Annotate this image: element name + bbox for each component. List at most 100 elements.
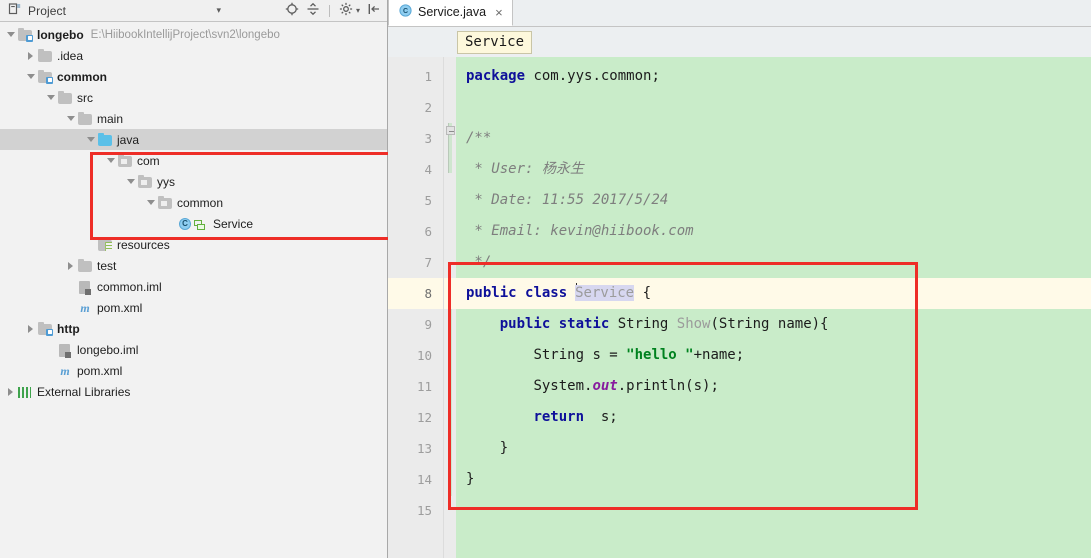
code-line-13: } [456, 433, 1091, 464]
tree-node-label: .idea [57, 48, 84, 63]
fold-line-5[interactable] [444, 185, 456, 216]
token-keyword-public: public [466, 285, 517, 301]
line-number-4[interactable]: 4 [388, 154, 443, 185]
tree-node-longebo[interactable]: longebo E:\HiibookIntellijProject\svn2\lo… [0, 24, 387, 45]
token-string-hello: "hello " [626, 347, 694, 363]
line-number-9[interactable]: 9 [388, 309, 443, 340]
tree-node-pom-xml[interactable]: m pom.xml [0, 297, 387, 318]
tree-node-main[interactable]: main [0, 108, 387, 129]
tree-twisty[interactable] [144, 192, 157, 213]
tree-twisty[interactable] [44, 360, 57, 381]
tree-node-yys[interactable]: yys [0, 171, 387, 192]
tree-node-pom-xml[interactable]: m pom.xml [0, 360, 387, 381]
close-icon[interactable]: × [492, 6, 503, 19]
tree-node-label: External Libraries [37, 384, 131, 399]
code-line-12: return s; [456, 402, 1091, 433]
tree-node-external-libraries[interactable]: External Libraries [0, 381, 387, 402]
folder-icon [37, 48, 53, 64]
fold-line-7[interactable] [444, 247, 456, 278]
tree-twisty[interactable] [64, 297, 77, 318]
tree-twisty[interactable] [124, 171, 137, 192]
tree-twisty[interactable] [164, 213, 177, 234]
editor-area: C Service.java × Service 1 2 3 4 5 6 7 8 9 10 11 12… [388, 0, 1091, 558]
fold-line-15[interactable] [444, 495, 456, 526]
token-decl-string: String s = [533, 347, 627, 363]
java-class-icon: C [399, 4, 412, 20]
fold-line-1[interactable] [444, 61, 456, 92]
tree-node-src[interactable]: src [0, 87, 387, 108]
tree-twisty[interactable] [84, 234, 97, 255]
tree-node-label: com [137, 153, 160, 168]
line-number-11[interactable]: 11 [388, 371, 443, 402]
tree-node-service[interactable]: C Service [0, 213, 387, 234]
fold-line-12[interactable] [444, 402, 456, 433]
tree-twisty[interactable] [44, 339, 57, 360]
tree-twisty[interactable] [64, 276, 77, 297]
collapse-all-icon[interactable] [306, 2, 320, 19]
tree-node-common-iml[interactable]: common.iml [0, 276, 387, 297]
fold-line-11[interactable] [444, 371, 456, 402]
project-tree[interactable]: longebo E:\HiibookIntellijProject\svn2\lo… [0, 22, 387, 558]
line-number-7[interactable]: 7 [388, 247, 443, 278]
tree-node-common[interactable]: common [0, 66, 387, 87]
fold-line-9[interactable] [444, 309, 456, 340]
line-number-6[interactable]: 6 [388, 216, 443, 247]
token-method-name: Show [676, 316, 711, 332]
tree-node-resources[interactable]: resources [0, 234, 387, 255]
tree-node-com[interactable]: com [0, 150, 387, 171]
line-number-12[interactable]: 12 [388, 402, 443, 433]
iml-file-icon [77, 279, 93, 295]
locate-in-tree-icon[interactable] [285, 2, 299, 19]
fold-line-2[interactable] [444, 92, 456, 123]
line-number-gutter[interactable]: 1 2 3 4 5 6 7 8 9 10 11 12 13 14 15 [388, 57, 444, 558]
token-keyword-package: package [466, 68, 526, 84]
breadcrumb-class[interactable]: Service [457, 30, 533, 54]
fold-line-13[interactable] [444, 433, 456, 464]
code-line-3: /** [456, 123, 1091, 154]
gear-dropdown-arrow-icon[interactable]: ▾ [356, 6, 360, 15]
tree-node-longebo-iml[interactable]: longebo.iml [0, 339, 387, 360]
code-line-10: String s = "hello "+name; [456, 340, 1091, 371]
line-number-10[interactable]: 10 [388, 340, 443, 371]
tree-node--idea[interactable]: .idea [0, 45, 387, 66]
tree-node-java[interactable]: java [0, 129, 387, 150]
tree-node-common[interactable]: common [0, 192, 387, 213]
tree-twisty[interactable] [44, 87, 57, 108]
line-number-3[interactable]: 3 [388, 123, 443, 154]
fold-line-10[interactable] [444, 340, 456, 371]
tree-twisty[interactable] [24, 45, 37, 66]
settings-gear-icon[interactable] [339, 2, 353, 19]
token-sysout-suffix: .println(s); [617, 378, 719, 394]
fold-line-8[interactable] [444, 278, 456, 309]
line-number-13[interactable]: 13 [388, 433, 443, 464]
tree-twisty[interactable] [24, 66, 37, 87]
code-line-4: * User: 杨永生 [456, 154, 1091, 185]
tree-twisty[interactable] [84, 129, 97, 150]
token-type-string: String [617, 316, 669, 332]
line-number-5[interactable]: 5 [388, 185, 443, 216]
tab-service-java[interactable]: C Service.java × [388, 0, 513, 26]
tree-twisty[interactable] [64, 255, 77, 276]
tree-twisty[interactable] [24, 318, 37, 339]
fold-line-4[interactable] [444, 154, 456, 185]
fold-line-14[interactable] [444, 464, 456, 495]
code-editor[interactable]: package com.yys.common; /** * User: 杨永生 … [456, 57, 1091, 558]
tree-node-http[interactable]: http [0, 318, 387, 339]
tree-node-test[interactable]: test [0, 255, 387, 276]
line-number-2[interactable]: 2 [388, 92, 443, 123]
tree-twisty[interactable] [104, 150, 117, 171]
line-number-14[interactable]: 14 [388, 464, 443, 495]
project-view-selector-dropdown[interactable]: ▾ [216, 5, 221, 16]
code-folding-strip[interactable] [444, 57, 456, 558]
fold-line-3[interactable] [444, 123, 456, 154]
project-tool-window: Project ▾ ▾ longebo E:\HiibookIntellijPr… [0, 0, 393, 558]
tree-twisty[interactable] [4, 24, 17, 45]
tree-twisty[interactable] [64, 108, 77, 129]
line-number-8[interactable]: 8 [388, 278, 443, 309]
line-number-1[interactable]: 1 [388, 61, 443, 92]
fold-line-6[interactable] [444, 216, 456, 247]
maven-file-icon: m [80, 300, 90, 315]
hide-panel-icon[interactable] [367, 2, 381, 19]
tree-twisty[interactable] [4, 381, 17, 402]
line-number-15[interactable]: 15 [388, 495, 443, 526]
